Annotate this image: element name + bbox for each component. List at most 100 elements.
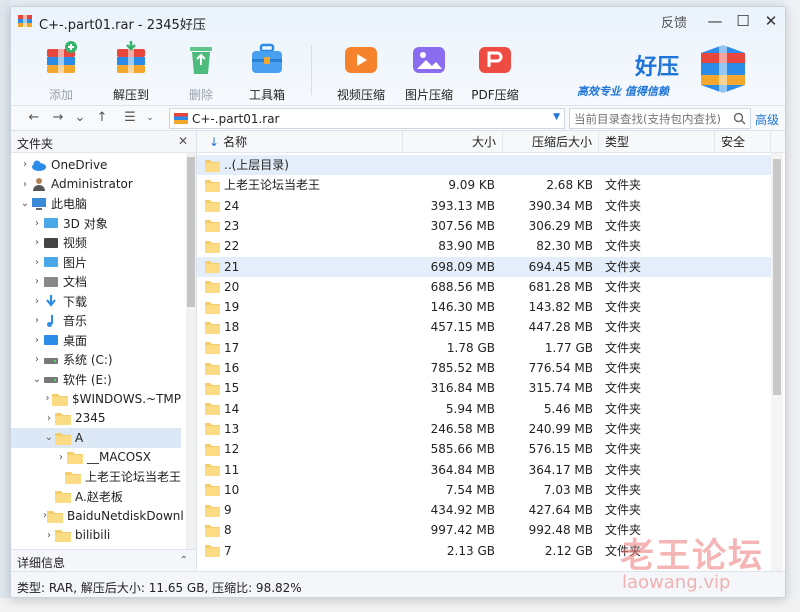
tree-item[interactable]: › $WINDOWS.~TMP (11, 389, 181, 409)
tree-item[interactable]: › 文档 (11, 272, 181, 292)
tree-item[interactable]: › OneDrive (11, 155, 181, 175)
delete-button[interactable]: 删除 (169, 39, 233, 102)
file-list-scrollbar[interactable] (771, 153, 783, 571)
up-arrow-icon[interactable]: ↑ (93, 109, 111, 127)
video-compress-button[interactable]: 视频压缩 (329, 39, 393, 102)
collapsed-chevron-icon[interactable]: › (43, 393, 52, 404)
tree-item[interactable]: › 视频 (11, 233, 181, 253)
close-button[interactable]: ✕ (757, 7, 785, 35)
toolbox-button[interactable]: 工具箱 (235, 39, 299, 102)
file-row[interactable]: 9 434.92 MB 427.64 MB 文件夹 (197, 500, 771, 520)
back-arrow-icon[interactable]: ← (25, 109, 43, 127)
collapsed-chevron-icon[interactable]: › (31, 354, 43, 365)
tree-item[interactable]: ⌄ 此电脑 (11, 194, 181, 214)
pdf-compress-button[interactable]: PDF压缩 (463, 39, 527, 102)
search-input[interactable] (570, 109, 730, 128)
expanded-chevron-icon[interactable]: ⌄ (43, 432, 55, 443)
tree-item[interactable]: › 图片 (11, 253, 181, 273)
tree-item[interactable]: › 2345 (11, 409, 181, 429)
tree-item[interactable]: 上老王论坛当老王 (11, 467, 181, 487)
expanded-chevron-icon[interactable]: ⌄ (19, 198, 31, 209)
advanced-search-link[interactable]: 高级 (755, 111, 779, 128)
collapsed-chevron-icon[interactable]: › (43, 413, 55, 424)
maximize-button[interactable]: ☐ (729, 7, 757, 35)
collapsed-chevron-icon[interactable]: › (43, 530, 55, 541)
file-row[interactable]: 18 457.15 MB 447.28 MB 文件夹 (197, 317, 771, 337)
file-row[interactable]: 12 585.66 MB 576.15 MB 文件夹 (197, 439, 771, 459)
file-row[interactable]: 21 698.09 MB 694.45 MB 文件夹 (197, 256, 771, 277)
column-name[interactable]: ↓ 名称 (197, 131, 403, 153)
column-security[interactable]: 安全 (715, 131, 771, 153)
tree-item[interactable]: ⌄ A (11, 428, 181, 448)
tree-item[interactable]: › bilibili (11, 526, 181, 546)
collapsed-chevron-icon[interactable]: › (31, 296, 43, 307)
tree-item[interactable]: › 下载 (11, 292, 181, 312)
title-bar[interactable]: C+-.part01.rar - 2345好压 反馈 — ☐ ✕ (11, 7, 785, 35)
file-row[interactable]: 上老王论坛当老王 9.09 KB 2.68 KB 文件夹 (197, 175, 771, 195)
extract-button[interactable]: 解压到 (99, 39, 163, 102)
collapsed-chevron-icon[interactable]: › (19, 159, 31, 170)
tree-item[interactable]: › 系统 (C:) (11, 350, 181, 370)
forward-arrow-icon[interactable]: → (49, 109, 67, 127)
tree-item[interactable]: A.赵老板 (11, 487, 181, 507)
path-dropdown-icon[interactable]: ▼ (553, 112, 560, 122)
folder-icon (55, 411, 71, 426)
tree-item[interactable]: › 桌面 (11, 331, 181, 351)
file-row[interactable]: 10 7.54 MB 7.03 MB 文件夹 (197, 480, 771, 500)
column-size[interactable]: 大小 (403, 131, 503, 153)
file-list-scroll-thumb[interactable] (773, 159, 781, 395)
file-row[interactable]: 13 246.58 MB 240.99 MB 文件夹 (197, 419, 771, 439)
file-row[interactable]: 20 688.56 MB 681.28 MB 文件夹 (197, 277, 771, 297)
column-type[interactable]: 类型 (599, 131, 715, 153)
collapsed-chevron-icon[interactable]: › (55, 452, 67, 463)
collapsed-chevron-icon[interactable]: › (31, 257, 43, 268)
collapsed-chevron-icon[interactable]: › (31, 315, 43, 326)
tree-item[interactable]: › 3D 对象 (11, 214, 181, 234)
details-collapse-icon[interactable]: ⌃ (180, 555, 188, 566)
expanded-chevron-icon[interactable]: ⌄ (31, 374, 43, 385)
folder-pane-close-icon[interactable]: ✕ (178, 134, 188, 148)
folder-tree-scrollbar[interactable] (186, 153, 196, 549)
toolbox-icon (252, 43, 282, 73)
file-row[interactable]: 11 364.84 MB 364.17 MB 文件夹 (197, 460, 771, 480)
scrollbar-thumb[interactable] (187, 157, 195, 307)
download-icon (43, 294, 59, 308)
history-chevron-icon[interactable]: ⌄ (71, 109, 89, 127)
file-type: 文件夹 (605, 259, 642, 274)
minimize-button[interactable]: — (701, 7, 729, 35)
file-row[interactable]: 15 316.84 MB 315.74 MB 文件夹 (197, 378, 771, 398)
desktop-background-right (784, 0, 800, 612)
file-row[interactable]: 16 785.52 MB 776.54 MB 文件夹 (197, 358, 771, 378)
file-row[interactable]: 22 83.90 MB 82.30 MB 文件夹 (197, 236, 771, 256)
tree-item[interactable]: › Administrator (11, 175, 181, 195)
file-row[interactable]: 17 1.78 GB 1.77 GB 文件夹 (197, 338, 771, 358)
file-name: 20 (224, 279, 240, 294)
file-row[interactable]: 23 307.56 MB 306.29 MB 文件夹 (197, 216, 771, 236)
file-name: 23 (224, 218, 240, 233)
image-compress-button[interactable]: 图片压缩 (397, 39, 461, 102)
collapsed-chevron-icon[interactable]: › (31, 276, 43, 287)
brand-name: 好压 (635, 55, 680, 80)
collapsed-chevron-icon[interactable]: › (31, 335, 43, 346)
search-icon[interactable] (733, 112, 746, 125)
column-compressed-size[interactable]: 压缩后大小 (503, 131, 599, 153)
file-row[interactable]: 14 5.94 MB 5.46 MB 文件夹 (197, 399, 771, 419)
view-mode-dropdown-icon[interactable]: ⌄ (141, 109, 159, 127)
view-mode-icon[interactable]: ☰ (121, 109, 139, 127)
file-name: 11 (224, 462, 240, 477)
add-button[interactable]: 添加 (29, 39, 93, 102)
collapsed-chevron-icon[interactable]: › (31, 218, 43, 229)
collapsed-chevron-icon[interactable]: › (31, 237, 43, 248)
tree-item[interactable]: ⌄ 软件 (E:) (11, 370, 181, 390)
path-field[interactable]: C+-.part01.rar ▼ (169, 108, 565, 129)
tree-item[interactable]: › 音乐 (11, 311, 181, 331)
tree-item[interactable]: › BaiduNetdiskDownl (11, 506, 184, 526)
collapsed-chevron-icon[interactable]: › (19, 179, 31, 190)
tree-item[interactable]: › __MACOSX (11, 448, 181, 468)
file-row[interactable]: ..(上层目录) (197, 155, 771, 176)
details-panel-header[interactable]: 详细信息 ⌃ (11, 549, 197, 571)
feedback-link[interactable]: 反馈 (661, 12, 687, 31)
search-field[interactable] (569, 108, 751, 129)
file-row[interactable]: 24 393.13 MB 390.34 MB 文件夹 (197, 196, 771, 216)
file-row[interactable]: 19 146.30 MB 143.82 MB 文件夹 (197, 297, 771, 317)
